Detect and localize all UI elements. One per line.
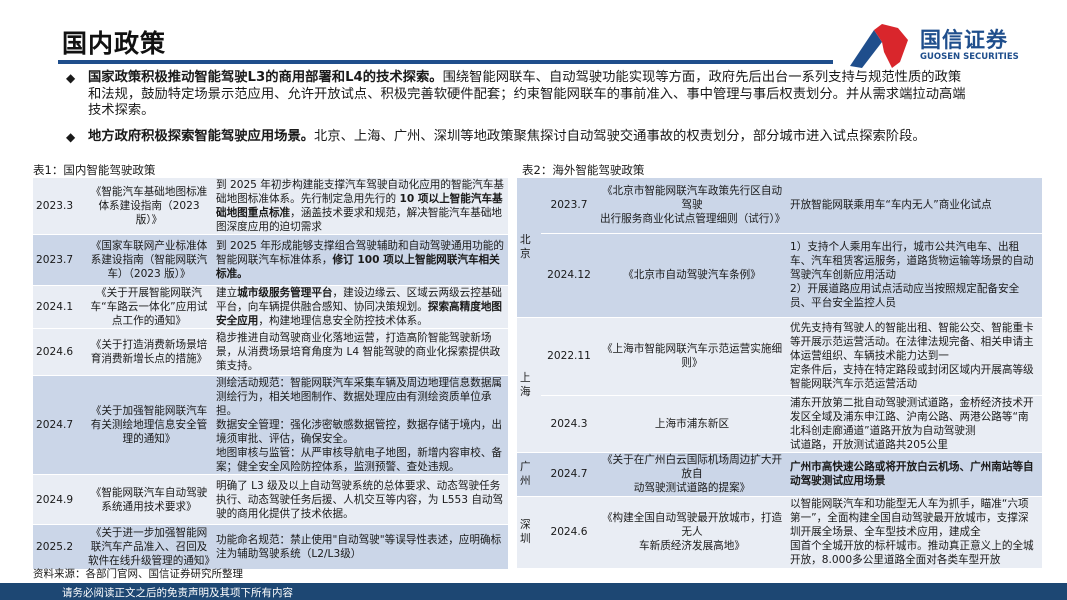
policy-name: 《关于在广州白云国际机场周边扩大开放自 动驾驶测试道路的提案》 — [597, 452, 787, 497]
policy-name: 《关于开展智能网联汽车“车路云一体化”应用试点工作的通知》 — [85, 285, 213, 329]
policy-name: 《国家车联网产业标准体系建设指南（智能网联汽车）（2023 版）》 — [85, 234, 213, 286]
policy-name: 《智能汽车基础地图标准体系建设指南（2023 版）》 — [85, 178, 213, 235]
description-text: 浦东开放第二批自动驾驶测试道路，金桥经济技术开发区全域及浦东申江路、沪南公路、两… — [790, 396, 1034, 451]
table-row: 2024.1 《关于开展智能网联汽车“车路云一体化”应用试点工作的通知》 建立城市级… — [33, 285, 508, 329]
policy-name: 《北京市智能网联汽车政策先行区自动驾驶 出行服务商业化试点管理细则（试行）》 — [597, 178, 787, 234]
policy-name: 《关于打造消费新场景培育消费新增长点的措施》 — [85, 328, 213, 376]
policy-name: 《关于加强智能网联汽车有关测绘地理信息安全管理的通知》 — [85, 375, 213, 475]
logo-mark-icon — [850, 24, 908, 68]
policy-description: 测绘活动规范：智能网联汽车采集车辆及周边地理信息数据属测绘行为，相关地图制作、数… — [213, 375, 508, 475]
policy-date: 2024.1 — [33, 285, 85, 329]
policy-date: 2024.7 — [541, 452, 597, 497]
policy-description: 浦东开放第二批自动驾驶测试道路，金桥经济技术开发区全域及浦东申江路、沪南公路、两… — [787, 395, 1042, 453]
description-text: 开放智能网联乘用车“车内无人”商业化试点 — [790, 199, 992, 212]
policy-name: 《智能网联汽车自动驾驶系统通用技术要求》 — [85, 474, 213, 525]
diamond-bullet-icon: ◆ — [66, 129, 76, 144]
domestic-policy-table: 2023.3 《智能汽车基础地图标准体系建设指南（2023 版）》到 2025 年… — [33, 178, 508, 570]
city-name: 上海 — [517, 317, 541, 453]
policy-description: 功能命名规范：禁止使用"自动驾驶"等误导性表述，应明确标注为辅助驾驶系统（L2/… — [213, 524, 508, 570]
overseas-policy-table: 北京 2023.7 《北京市智能网联汽车政策先行区自动驾驶 出行服务商业化试点管理细… — [517, 178, 1042, 569]
bullet-local-policy: ◆ 地方政府积极探索智能驾驶应用场景。北京、上海、广州、深圳等地政策聚焦探讨自动… — [66, 129, 966, 146]
source-note: 资料来源：各部门官网、国信证券研究所整理 — [33, 568, 243, 580]
table2-caption: 表2：海外智能驾驶政策 — [522, 163, 645, 177]
bullet-heading: 国家政策积极推动智能驾驶L3的商用部署和L4的技术探索。 — [88, 70, 443, 85]
description-text: 功能命名规范：禁止使用"自动驾驶"等误导性表述，应明确标注为辅助驾驶系统（L2/… — [216, 534, 502, 560]
policy-description: 到 2025 年初步构建能支撑汽车驾驶自动化应用的智能汽车基础地图标准体系。先行… — [213, 178, 508, 235]
policy-description: 1）支持个人乘用车出行，城市公共汽电车、出租车、汽车租赁客运服务，道路货物运输等… — [787, 233, 1042, 318]
table-row: 广州 2024.7 《关于在广州白云国际机场周边扩大开放自 动驾驶测试道路的提案》广… — [517, 452, 1042, 497]
bullet-text: 北京、上海、广州、深圳等地政策聚焦探讨自动驾驶交通事故的权责划分，部分城市进入试… — [314, 128, 926, 144]
policy-description: 以智能网联汽车和功能型无人车为抓手，瞄准“六项第一”，全面构建全国自动驾驶最开放… — [787, 496, 1042, 569]
policy-date: 2024.7 — [33, 375, 85, 475]
policy-name: 上海市浦东新区 — [597, 395, 787, 453]
diamond-bullet-icon: ◆ — [66, 71, 76, 85]
policy-date: 2025.2 — [33, 524, 85, 570]
highlight-text: 广州市高快速公路或将开放白云机场、广州南站等自动驾驶测试应用场景 — [790, 461, 1034, 487]
table-row: 2023.7 《国家车联网产业标准体系建设指南（智能网联汽车）（2023 版）》到… — [33, 234, 508, 286]
policy-description: 到 2025 年形成能够支撑组合驾驶辅助和自动驾驶通用功能的智能网联汽车标准体系… — [213, 234, 508, 286]
description-text: 以智能网联汽车和功能型无人车为抓手，瞄准“六项第一”，全面构建全国自动驾驶最开放… — [790, 498, 1034, 566]
policy-description: 稳步推进自动驾驶商业化落地运营，打造高阶智能驾驶新场景，从消费场景培育角度为 L… — [213, 328, 508, 376]
city-name: 深圳 — [517, 496, 541, 569]
policy-date: 2024.9 — [33, 474, 85, 525]
policy-description: 明确了 L3 级及以上自动驾驶系统的总体要求、动态驾驶任务执行、动态驾驶任务后援… — [213, 474, 508, 525]
description-text: ，构建地理信息安全防控技术体系。 — [258, 315, 428, 327]
bullet-national-policy: ◆ 国家政策积极推动智能驾驶L3的商用部署和L4的技术探索。围绕智能网联车、自动… — [66, 70, 966, 120]
policy-date: 2023.3 — [33, 178, 85, 235]
table1-caption: 表1：国内智能驾驶政策 — [33, 163, 156, 177]
logo-text-cn: 国信证券 — [920, 28, 1008, 52]
policy-date: 2023.7 — [541, 178, 597, 234]
policy-description: 开放智能网联乘用车“车内无人”商业化试点 — [787, 178, 1042, 234]
page-title: 国内政策 — [62, 29, 167, 58]
policy-date: 2024.12 — [541, 233, 597, 318]
disclaimer-text: 请务必阅读正文之后的免责声明及其项下所有内容 — [62, 587, 293, 599]
key-points: ◆ 国家政策积极推动智能驾驶L3的商用部署和L4的技术探索。围绕智能网联车、自动… — [66, 70, 966, 154]
policy-date: 2023.7 — [33, 234, 85, 286]
description-text: 测绘活动规范：智能网联汽车采集车辆及周边地理信息数据属测绘行为，相关地图制作、数… — [216, 377, 503, 473]
table-row: 2023.3 《智能汽车基础地图标准体系建设指南（2023 版）》到 2025 年… — [33, 178, 508, 235]
company-logo: 国信证券 GUOSEN SECURITIES — [848, 22, 1023, 68]
table-row: 2024.12 《北京市自动驾驶汽车条例》 1）支持个人乘用车出行，城市公共汽电车、… — [517, 233, 1042, 318]
description-text: 优先支持有驾驶人的智能出租、智能公交、智能重卡等开展示范运营活动。在法律法规完备… — [790, 322, 1034, 390]
table-row: 2024.3 上海市浦东新区 浦东开放第二批自动驾驶测试道路，金桥经济技术开发区全域… — [517, 395, 1042, 453]
policy-name: 《构建全国自动驾驶最开放城市，打造无人 车新质经济发展高地》 — [597, 496, 787, 569]
policy-date: 2024.6 — [33, 328, 85, 376]
logo-text-en: GUOSEN SECURITIES — [920, 52, 1019, 62]
policy-date: 2022.11 — [541, 317, 597, 396]
policy-date: 2024.6 — [541, 496, 597, 569]
policy-name: 《上海市智能网联汽车示范运营实施细则》 — [597, 317, 787, 396]
table-row: 北京 2023.7 《北京市智能网联汽车政策先行区自动驾驶 出行服务商业化试点管理细… — [517, 178, 1042, 318]
footer-bar: 请务必阅读正文之后的免责声明及其项下所有内容 — [0, 583, 1067, 600]
table-row: 深圳 2024.6 《构建全国自动驾驶最开放城市，打造无人 车新质经济发展高地》 以智… — [517, 496, 1042, 569]
table-row: 2024.7 《关于加强智能网联汽车有关测绘地理信息安全管理的通知》 测绘活动规范：… — [33, 375, 508, 475]
table-row: 2025.2 《关于进一步加强智能网联汽车产品准入、召回及软件在线升级管理的通知》… — [33, 524, 508, 570]
description-text: 明确了 L3 级及以上自动驾驶系统的总体要求、动态驾驶任务执行、动态驾驶任务后援… — [216, 479, 504, 520]
description-text: 稳步推进自动驾驶商业化落地运营，打造高阶智能驾驶新场景，从消费场景培育角度为 L… — [216, 332, 501, 372]
policy-name: 《北京市自动驾驶汽车条例》 — [597, 233, 787, 318]
policy-description: 优先支持有驾驶人的智能出租、智能公交、智能重卡等开展示范运营活动。在法律法规完备… — [787, 317, 1042, 396]
description-text: 建立 — [216, 287, 238, 299]
bullet-heading: 地方政府积极探索智能驾驶应用场景。 — [88, 128, 315, 144]
city-name: 广州 — [517, 452, 541, 497]
policy-description: 建立城市级服务管理平台，建设边缘云、区域云两级云控基础平台，向车辆提供融合感知、… — [213, 285, 508, 329]
table-row: 2024.6 《关于打造消费新场景培育消费新增长点的措施》 稳步推进自动驾驶商业化落… — [33, 328, 508, 376]
city-name: 北京 — [517, 178, 541, 318]
table-row: 2024.9 《智能网联汽车自动驾驶系统通用技术要求》 明确了 L3 级及以上自动驾… — [33, 474, 508, 525]
description-text: 1）支持个人乘用车出行，城市公共汽电车、出租车、汽车租赁客运服务，道路货物运输等… — [790, 241, 1034, 309]
policy-date: 2024.3 — [541, 395, 597, 453]
policy-name: 《关于进一步加强智能网联汽车产品准入、召回及软件在线升级管理的通知》 — [85, 524, 215, 570]
table-row: 上海 2022.11 《上海市智能网联汽车示范运营实施细则》 优先支持有驾驶人的智能出… — [517, 317, 1042, 453]
highlight-text: 城市级服务管理平台 — [237, 287, 333, 299]
policy-description: 广州市高快速公路或将开放白云机场、广州南站等自动驾驶测试应用场景 — [787, 452, 1042, 497]
title-divider — [58, 60, 833, 64]
